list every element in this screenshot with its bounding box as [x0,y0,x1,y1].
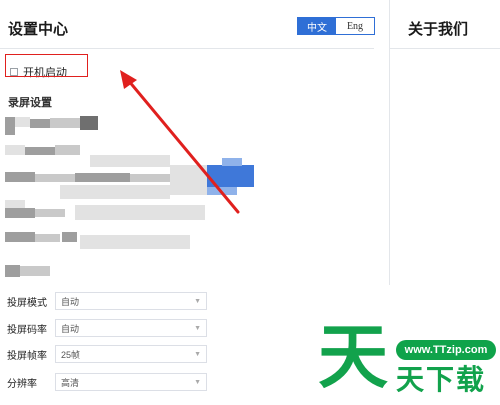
select-value: 自动 [61,323,80,334]
setting-row-resolution: 分辨率 高清 ▼ [7,372,207,392]
watermark-big-char: 天 [318,316,388,398]
dropdown-arrow-icon: ▼ [194,350,201,358]
setting-label: 分辨率 [7,378,37,390]
arrow-shaft [126,78,240,214]
watermark-url: www.TTzip.com [396,340,496,360]
setting-row-projection-mode: 投屏模式 自动 ▼ [7,291,207,311]
setting-label: 投屏模式 [7,297,47,309]
dropdown-arrow-icon: ▼ [194,324,201,332]
select-value: 25帧 [61,349,81,360]
select-value: 高清 [61,377,80,388]
setting-row-bitrate: 投屏码率 自动 ▼ [7,318,207,338]
dropdown-arrow-icon: ▼ [194,378,201,386]
setting-label: 投屏码率 [7,324,47,336]
framerate-select[interactable]: 25帧 ▼ [55,345,207,363]
resolution-select[interactable]: 高清 ▼ [55,373,207,391]
projection-mode-select[interactable]: 自动 ▼ [55,292,207,310]
dropdown-arrow-icon: ▼ [194,297,201,305]
select-value: 自动 [61,296,80,307]
watermark-text: 天下载 [396,363,487,396]
bitrate-select[interactable]: 自动 ▼ [55,319,207,337]
setting-label: 投屏帧率 [7,350,47,362]
setting-row-framerate: 投屏帧率 25帧 ▼ [7,344,207,364]
